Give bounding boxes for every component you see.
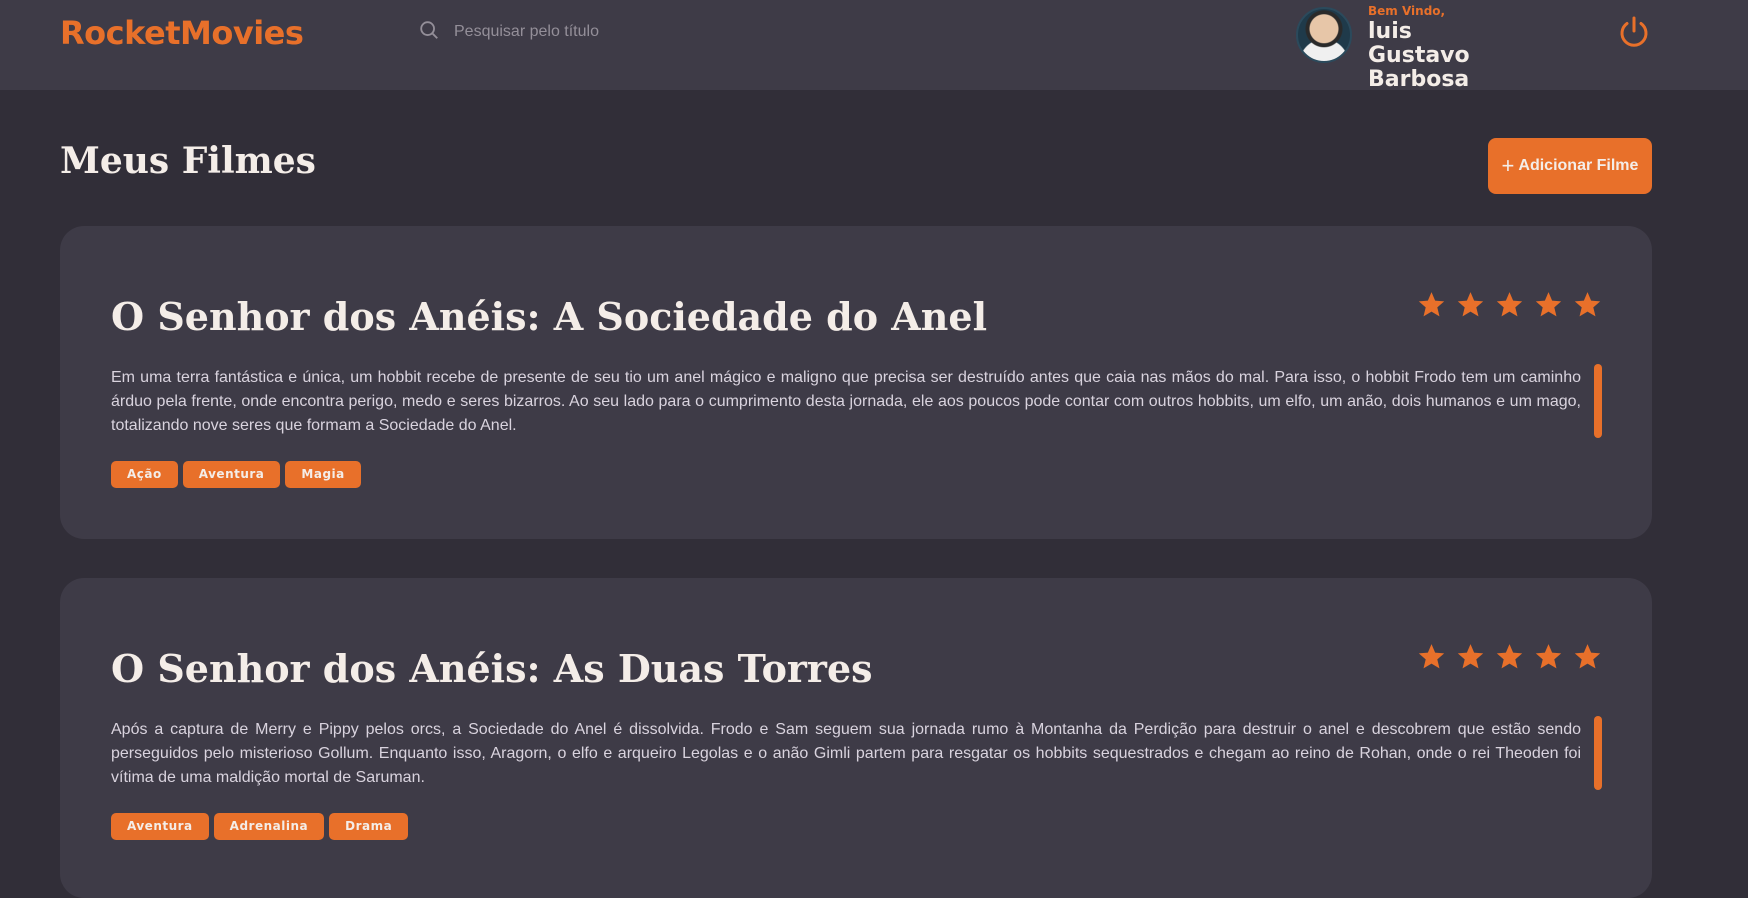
user-profile[interactable]: Bem Vindo, luis Gustavo Barbosa	[1296, 4, 1518, 92]
profile-text: Bem Vindo, luis Gustavo Barbosa	[1368, 4, 1518, 92]
tag: Aventura	[111, 813, 209, 840]
star-icon	[1574, 292, 1601, 317]
scrollbar[interactable]	[1594, 716, 1602, 790]
movie-description: Após a captura de Merry e Pippy pelos or…	[111, 721, 1581, 786]
star-icon	[1457, 644, 1484, 669]
welcome-text: Bem Vindo,	[1368, 4, 1446, 18]
movie-tags: Ação Aventura Magia	[111, 461, 361, 488]
movie-card[interactable]: O Senhor dos Anéis: As Duas Torres Após …	[60, 578, 1652, 898]
movie-card[interactable]: O Senhor dos Anéis: A Sociedade do Anel …	[60, 226, 1652, 539]
star-icon	[1574, 644, 1601, 669]
search-bar[interactable]	[418, 16, 938, 48]
rating-stars	[1417, 290, 1602, 319]
app-logo[interactable]: RocketMovies	[60, 14, 304, 52]
star-icon	[1418, 644, 1445, 669]
tag: Drama	[329, 813, 409, 840]
movie-tags: Aventura Adrenalina Drama	[111, 813, 409, 840]
tag: Adrenalina	[213, 813, 325, 840]
plus-icon: +	[1501, 153, 1515, 178]
tag: Aventura	[182, 461, 281, 488]
tag: Ação	[111, 461, 178, 488]
logout-button[interactable]	[1616, 14, 1652, 50]
star-icon	[1418, 292, 1445, 317]
page-title: Meus Filmes	[60, 140, 316, 182]
search-icon	[418, 19, 440, 46]
app-header: RocketMovies Bem Vindo, luis Gustavo Bar…	[0, 0, 1748, 92]
star-icon	[1535, 644, 1562, 669]
star-icon	[1496, 644, 1523, 669]
movie-title: O Senhor dos Anéis: As Duas Torres	[111, 646, 873, 691]
movie-description: Em uma terra fantástica e única, um hobb…	[111, 369, 1581, 434]
search-input[interactable]	[454, 23, 914, 41]
movie-title: O Senhor dos Anéis: A Sociedade do Anel	[111, 294, 988, 339]
rating-stars	[1417, 642, 1602, 671]
star-icon	[1535, 292, 1562, 317]
add-movie-label: Adicionar Filme	[1518, 157, 1639, 174]
power-icon	[1620, 16, 1648, 47]
avatar[interactable]	[1296, 7, 1352, 63]
star-icon	[1496, 292, 1523, 317]
tag: Magia	[285, 461, 361, 488]
scrollbar[interactable]	[1594, 364, 1602, 438]
star-icon	[1457, 292, 1484, 317]
add-movie-button[interactable]: + Adicionar Filme	[1488, 138, 1652, 194]
username: luis Gustavo Barbosa	[1368, 19, 1470, 92]
